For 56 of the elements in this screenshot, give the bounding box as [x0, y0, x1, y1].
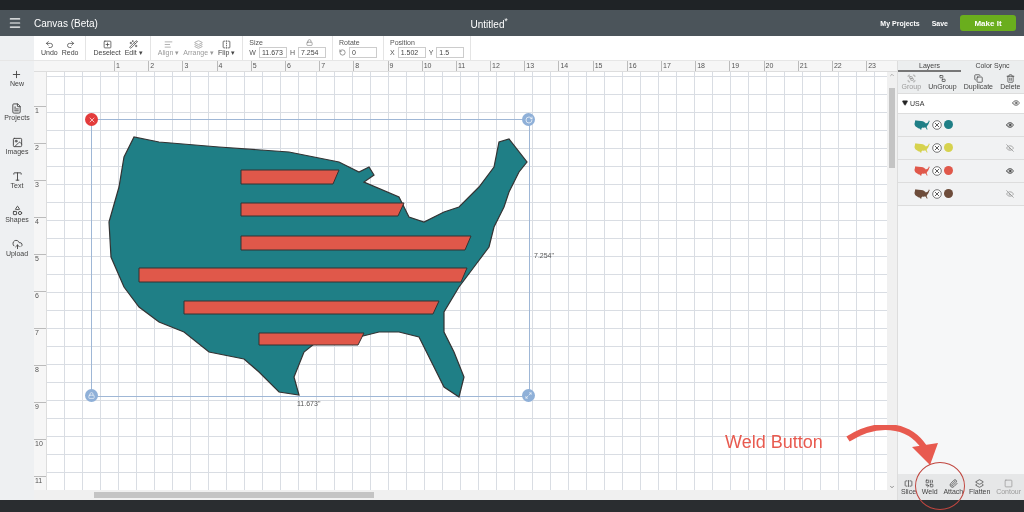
rotate-icon: [339, 48, 346, 56]
edit-icon: [129, 39, 139, 49]
cut-icon: [932, 119, 942, 130]
contour-icon: [1004, 478, 1014, 488]
flatten-icon: [975, 478, 985, 488]
expand-icon: [902, 100, 908, 107]
vertical-scrollbar-thumb[interactable]: [889, 88, 895, 168]
group-icon: [906, 74, 916, 83]
menu-icon[interactable]: [8, 16, 22, 30]
deselect-icon: [102, 39, 112, 49]
lock-handle[interactable]: [85, 389, 98, 402]
attach-icon: [948, 478, 958, 488]
redo-icon: [65, 39, 75, 49]
duplicate-icon: [973, 74, 983, 83]
align-icon: [163, 39, 173, 49]
cut-icon: [932, 188, 942, 199]
scroll-down-icon[interactable]: [889, 484, 895, 490]
upload-icon: [11, 239, 23, 250]
annotation-text: Weld Button: [725, 432, 823, 453]
flip-icon: [222, 39, 232, 49]
images-icon: [11, 137, 23, 148]
visible-eye-icon[interactable]: [1006, 120, 1014, 129]
arrange-icon: [194, 39, 204, 49]
cut-icon: [932, 165, 942, 176]
hidden-eye-icon[interactable]: [1006, 189, 1014, 198]
resize-handle[interactable]: [522, 389, 535, 402]
usa-map-icon: [914, 188, 930, 199]
rotate-handle[interactable]: [522, 113, 535, 126]
delete-handle[interactable]: [85, 113, 98, 126]
document-title: Untitled$^{*}$: [470, 15, 508, 31]
shapes-icon: [11, 205, 23, 216]
lock-icon[interactable]: [305, 38, 313, 46]
visible-eye-icon[interactable]: [1006, 166, 1014, 175]
layer-row[interactable]: [898, 182, 1024, 206]
slice-icon: [903, 478, 913, 488]
horizontal-scrollbar-thumb[interactable]: [94, 492, 374, 498]
layer-color-dot[interactable]: [944, 120, 953, 130]
new-icon: [11, 69, 23, 80]
layer-row[interactable]: [898, 113, 1024, 137]
usa-map-icon: [914, 119, 930, 130]
ungroup-icon: [937, 74, 947, 83]
visibility-icon[interactable]: [1012, 99, 1020, 108]
layer-color-dot[interactable]: [944, 166, 953, 176]
layer-row[interactable]: [898, 159, 1024, 183]
delete-icon: [1005, 74, 1015, 83]
text-icon: [11, 171, 23, 182]
usa-map-icon: [914, 165, 930, 176]
hidden-eye-icon[interactable]: [1006, 143, 1014, 152]
weld-icon: [925, 478, 935, 488]
usa-map-icon: [914, 142, 930, 153]
undo-icon: [44, 39, 54, 49]
layer-color-dot[interactable]: [944, 189, 953, 199]
projects-icon: [11, 103, 23, 114]
layer-color-dot[interactable]: [944, 143, 953, 153]
cut-icon: [932, 142, 942, 153]
app-title: Canvas (Beta): [34, 17, 98, 29]
